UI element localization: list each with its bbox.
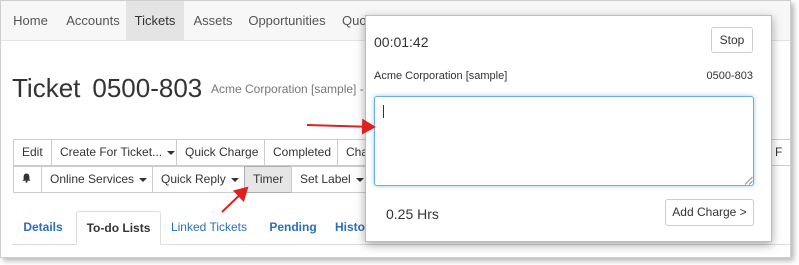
timer-notes-textarea[interactable] — [374, 96, 754, 186]
timer-popup: 00:01:42 Stop Acme Corporation [sample] … — [365, 15, 772, 242]
text-cursor — [383, 105, 384, 118]
nav-accounts[interactable]: Accounts — [60, 1, 126, 41]
quick-charge-button[interactable]: Quick Charge — [176, 139, 265, 166]
set-label-label: Set Label — [300, 172, 351, 186]
tab-linked-tickets[interactable]: Linked Tickets — [164, 211, 254, 245]
nav-assets[interactable]: Assets — [184, 1, 242, 41]
caret-down-icon — [139, 177, 148, 182]
quick-reply-label: Quick Reply — [161, 172, 226, 186]
completed-button[interactable]: Completed — [264, 139, 338, 166]
tab-details[interactable]: Details — [13, 211, 73, 245]
timer-company: Acme Corporation [sample] — [374, 70, 508, 82]
caret-down-icon — [355, 177, 364, 182]
create-for-ticket-label: Create For Ticket... — [60, 145, 163, 159]
tab-pending[interactable]: Pending — [261, 211, 325, 245]
timer-hours: 0.25 Hrs — [386, 206, 439, 222]
timer-elapsed: 00:01:42 — [374, 34, 429, 50]
caret-down-icon — [167, 150, 176, 155]
notifications-button[interactable] — [13, 166, 42, 193]
online-services-label: Online Services — [50, 172, 135, 186]
ticket-subtitle: Acme Corporation [sample] - C — [211, 82, 376, 96]
online-services-button[interactable]: Online Services — [41, 166, 153, 193]
quick-reply-button[interactable]: Quick Reply — [152, 166, 245, 193]
bell-icon — [22, 173, 31, 183]
page-title: Ticket 0500-803 — [12, 73, 202, 104]
nav-opportunities[interactable]: Opportunities — [242, 1, 332, 41]
ticket-label: Ticket — [12, 73, 81, 103]
stop-button[interactable]: Stop — [711, 27, 753, 53]
timer-ticket-number: 0500-803 — [706, 70, 754, 82]
nav-tickets[interactable]: Tickets — [126, 1, 184, 41]
timer-button[interactable]: Timer — [244, 166, 292, 193]
tab-history[interactable]: Histo — [335, 211, 369, 245]
nav-home[interactable]: Home — [1, 1, 60, 41]
caret-down-icon — [230, 177, 239, 182]
add-charge-button[interactable]: Add Charge > — [665, 199, 754, 226]
create-for-ticket-button[interactable]: Create For Ticket... — [51, 139, 177, 166]
change-button[interactable]: Cha — [337, 139, 367, 166]
resize-grip-icon[interactable] — [744, 176, 753, 185]
set-label-button[interactable]: Set Label — [291, 166, 367, 193]
tab-todo-lists[interactable]: To-do Lists — [76, 211, 161, 245]
ticket-number: 0500-803 — [92, 73, 203, 103]
page-frame: Home Accounts Tickets Assets Opportuniti… — [0, 0, 791, 258]
edit-button[interactable]: Edit — [13, 139, 52, 166]
